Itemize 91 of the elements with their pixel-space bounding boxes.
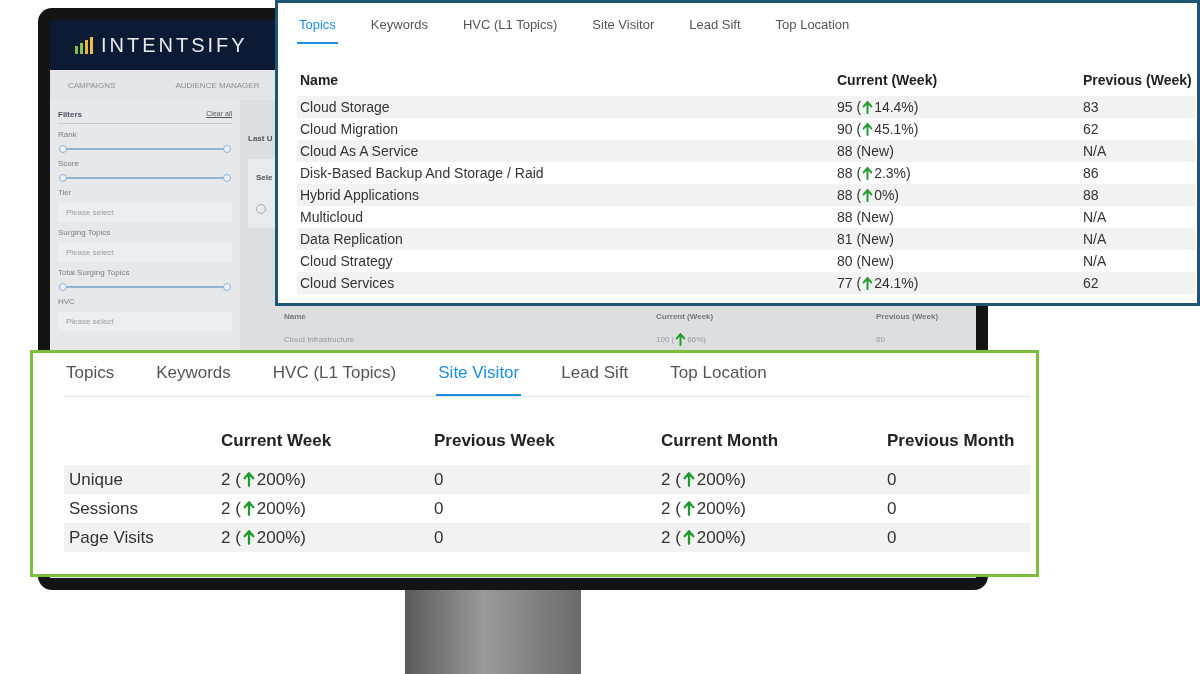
change-text: 200%) — [696, 469, 746, 490]
column-header: Previous (Week) — [1082, 72, 1193, 90]
column-header: Current (Week) — [836, 72, 939, 90]
value-text: 2 ( — [661, 527, 681, 548]
tab[interactable]: Lead Sift — [559, 359, 631, 396]
column-header: Previous Week — [434, 431, 556, 452]
change-text: 24.1%) — [874, 275, 919, 291]
value-text: 0 — [434, 469, 444, 490]
value-text: 2 ( — [661, 498, 681, 519]
table-cell: Cloud As A Service — [297, 140, 834, 162]
change-text: 200%) — [256, 469, 306, 490]
value-text: 2 ( — [661, 469, 681, 490]
table-cell-text: N/A — [1082, 252, 1108, 271]
filter-label: Rank — [58, 130, 77, 139]
table-cell-text: 60 — [876, 334, 886, 346]
range-slider[interactable] — [62, 283, 228, 291]
column-header: Sele — [256, 173, 273, 182]
tab[interactable]: Topics — [297, 13, 338, 44]
table-cell: Data Replication — [297, 228, 834, 250]
table-cell-text: 62 — [1082, 120, 1100, 139]
table-cell-text: 86 — [1082, 164, 1100, 183]
value-text: 81 (New) — [837, 231, 894, 247]
value-text: 2 ( — [221, 469, 241, 490]
table-cell: 62 — [1080, 272, 1195, 294]
value-text: 0 — [887, 527, 897, 548]
value-text: 90 ( — [837, 121, 862, 137]
tab[interactable]: Top Location — [668, 359, 769, 396]
table-cell-text: Disk-Based Backup And Storage / Raid — [299, 164, 545, 183]
value-text: 0 — [887, 498, 897, 519]
tab[interactable]: HVC (L1 Topics) — [460, 13, 560, 44]
value-text: 0 — [434, 527, 444, 548]
column-header: Current (Week) — [656, 312, 715, 321]
table-cell: N/A — [1080, 228, 1195, 250]
row-label: Sessions — [68, 497, 139, 520]
filter-label: HVC — [58, 297, 75, 306]
change-text: 0%) — [874, 187, 900, 203]
tab[interactable]: Site Visitor — [436, 359, 522, 396]
change-text: 200%) — [696, 527, 746, 548]
table-cell-text: Cloud Strategy — [299, 252, 394, 271]
tab[interactable]: Topics — [64, 359, 117, 396]
value-text: 2 ( — [221, 498, 241, 519]
column-header: Name — [284, 312, 307, 321]
value-text: 0 — [887, 469, 897, 490]
change-text: 14.4%) — [874, 99, 919, 115]
tab[interactable]: Keywords — [368, 13, 430, 44]
filter-label: Score — [58, 159, 79, 168]
value-text: 80 (New) — [837, 253, 894, 269]
change-text: 200%) — [256, 527, 306, 548]
table-cell: N/A — [1080, 140, 1195, 162]
filter-label: Surging Topics — [58, 228, 111, 237]
table-cell: 83 — [1080, 96, 1195, 118]
logo-text: INTENTSIFY — [101, 33, 248, 57]
change-text: 2.3%) — [874, 165, 911, 181]
row-label: Unique — [64, 465, 221, 494]
tab[interactable]: Site Visitor — [590, 13, 657, 44]
column-header: Name — [299, 72, 340, 90]
value-text: 95 ( — [837, 99, 862, 115]
range-slider[interactable] — [62, 174, 228, 182]
filter-label: Tier — [58, 188, 72, 197]
change-text: 200%) — [696, 498, 746, 519]
table-cell: Cloud Storage — [297, 96, 834, 118]
value-text: 88 (New) — [837, 209, 894, 225]
tab[interactable]: HVC (L1 Topics) — [270, 359, 399, 396]
value-text: 88 ( — [837, 165, 862, 181]
column-header: Previous (Week) — [876, 312, 940, 321]
table-cell-text: Cloud Migration — [299, 120, 400, 139]
filter-label: Total Surging Topics — [58, 268, 130, 277]
column-header: Current Week — [221, 431, 333, 452]
table-cell: Hybrid Applications — [297, 184, 834, 206]
value-text: 88 ( — [837, 187, 862, 203]
row-label: Page Visits — [64, 523, 221, 552]
value-text: 77 ( — [837, 275, 862, 291]
tab[interactable]: Keywords — [154, 359, 233, 396]
range-slider[interactable] — [62, 145, 228, 153]
table-cell: 88 — [1080, 184, 1195, 206]
table-cell-text: N/A — [1082, 208, 1108, 227]
change-text: 66%) — [687, 335, 706, 344]
value-text: 2 ( — [221, 527, 241, 548]
value-text: 0 — [434, 498, 444, 519]
column-header: Current Month — [661, 431, 780, 452]
change-text: 45.1%) — [874, 121, 919, 137]
tab[interactable]: Lead Sift — [687, 13, 743, 44]
table-cell-text: Multicloud — [299, 208, 365, 227]
change-text: 200%) — [256, 498, 306, 519]
heading-text: Last U — [248, 134, 273, 143]
tab[interactable]: Top Location — [773, 13, 852, 44]
table-cell: Cloud Services — [297, 272, 834, 294]
value-text: 100 ( — [656, 335, 675, 344]
value-text: 88 (New) — [837, 143, 894, 159]
column-header: Previous Month — [887, 431, 1016, 452]
filters-title: Filters — [58, 110, 82, 119]
